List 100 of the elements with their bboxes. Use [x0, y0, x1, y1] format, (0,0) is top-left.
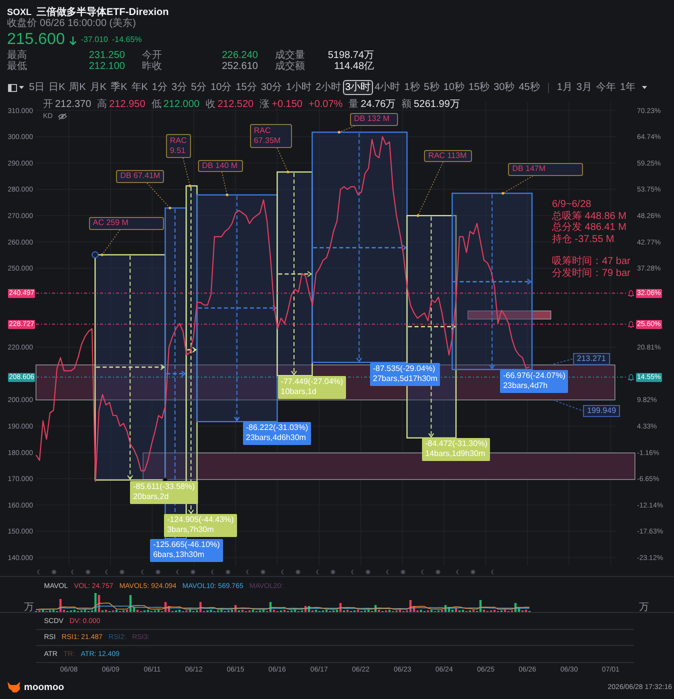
legend-label: 涨	[260, 99, 270, 111]
period-tab[interactable]: 5分	[189, 80, 209, 95]
range-tab[interactable]: 1年	[618, 80, 638, 95]
legend-value: 5261.99万	[414, 99, 460, 111]
measure-label: -77.449(-27.04%) 10bars,1d	[278, 376, 346, 399]
period-tab[interactable]: 5日	[27, 80, 47, 95]
leader-line	[182, 158, 192, 188]
period-tab[interactable]: 季K	[108, 80, 130, 95]
period-tab[interactable]: 年K	[129, 80, 150, 95]
close-time: 收盘价 06/26 16:00:00 (美东)	[7, 18, 137, 30]
period-tab[interactable]: 30分	[258, 80, 284, 95]
brand-name: moomoo	[24, 682, 64, 692]
caret-icon	[642, 86, 647, 89]
moon-icon	[246, 570, 250, 574]
stat-label: 最低	[7, 61, 27, 72]
logo-icon	[7, 681, 21, 693]
sun-icon	[119, 569, 125, 575]
period-tab[interactable]: 1分	[150, 80, 170, 95]
summary-text: 分发时间：79 bar	[552, 268, 630, 279]
period-tab[interactable]: 周K	[67, 80, 88, 95]
legend-value: +0.150	[272, 99, 302, 111]
annotation-tag: DB 140 M	[198, 160, 243, 172]
price-label: 199.949	[583, 405, 620, 417]
sun-icon	[365, 569, 371, 575]
moon-icon	[211, 570, 214, 574]
handle-icon[interactable]	[92, 251, 99, 258]
period-tab[interactable]: 30秒	[492, 80, 517, 95]
measure-label: -124.905(-44.43%) 3bars,7h30m	[164, 514, 237, 537]
range-tab[interactable]: 今年	[594, 80, 618, 95]
moon-icon	[316, 570, 320, 574]
panel-icon	[8, 84, 17, 92]
leader-line	[502, 176, 534, 195]
moon-icon	[456, 570, 460, 574]
stat-value: 212.100	[88, 61, 125, 72]
bell-icon[interactable]	[628, 374, 634, 381]
period-tab[interactable]: 2小时	[314, 80, 344, 95]
leader-line	[222, 172, 228, 196]
annotation-tag: AC 259 M	[88, 216, 164, 230]
summary-text: 6/9~6/28	[552, 199, 592, 210]
legend-label: 开	[43, 99, 53, 111]
stat-value: 5198.74万	[328, 50, 374, 61]
period-tab[interactable]: 45秒	[516, 80, 542, 95]
period-tab[interactable]: 15分	[234, 80, 259, 95]
leader-line	[550, 358, 574, 366]
range-tab[interactable]: 1月	[554, 80, 574, 95]
measure-label: -86.222(-31.03%) 23bars,4d6h30m	[242, 422, 312, 445]
measure-label: -84.472(-31.30%) 14bars,1d9h30m	[422, 438, 490, 461]
caret-icon	[19, 86, 24, 89]
period-tab[interactable]: 10分	[208, 80, 234, 95]
leader-line	[100, 229, 120, 256]
summary-text: 吸筹时间：47 bar	[552, 256, 630, 268]
range-tab[interactable]: 3月	[574, 80, 594, 95]
stat-value: 226.240	[222, 50, 258, 61]
stat-label: 昨收	[142, 61, 162, 72]
period-tab[interactable]: 日K	[46, 80, 68, 95]
period-tab[interactable]: 1秒	[402, 80, 422, 95]
stat-label: 最高	[7, 50, 27, 61]
eye-slash-icon[interactable]	[58, 113, 67, 120]
legend-value: 212.000	[163, 99, 200, 111]
stat-value: 114.48亿	[334, 61, 374, 72]
moon-icon	[386, 570, 390, 574]
summary-text: 总吸筹 448.86 M	[552, 210, 628, 222]
annotation-tag: DB 147M	[508, 162, 584, 176]
sun-icon	[470, 569, 476, 575]
period-tab[interactable]: 10秒	[441, 80, 466, 95]
moon-icon	[491, 570, 494, 574]
ticker-symbol: SOXL	[7, 6, 32, 18]
sun-icon	[400, 569, 406, 575]
leader-line	[552, 400, 584, 412]
period-tab[interactable]: 4小时	[372, 80, 402, 95]
legend-value: 212.950	[109, 99, 146, 111]
sun-icon	[155, 569, 161, 575]
legend-label: 高	[97, 99, 108, 111]
measure-label: -87.535(-29.04%) 27bars,5d17h30m	[370, 362, 440, 386]
legend-label: 量	[348, 99, 359, 111]
bell-icon[interactable]	[628, 290, 634, 297]
moon-icon	[71, 570, 74, 574]
sun-icon	[85, 569, 91, 575]
bell-icon[interactable]	[628, 320, 634, 328]
legend-label: 收	[205, 99, 216, 111]
sun-icon	[260, 569, 266, 575]
moon-icon	[351, 570, 354, 574]
leader-line	[146, 182, 172, 210]
period-tab[interactable]: 1小时	[284, 80, 314, 95]
moon-icon	[421, 570, 424, 574]
period-tab[interactable]: 月K	[88, 80, 109, 95]
period-tab[interactable]: 5秒	[422, 80, 442, 95]
sun-icon	[295, 569, 301, 575]
sun-icon	[225, 569, 231, 575]
leader-line	[338, 126, 356, 134]
moon-icon	[37, 570, 40, 574]
price-change: -37.010	[80, 35, 108, 45]
measure-label: -125.665(-46.10%) 6bars,13h30m	[150, 538, 223, 562]
period-tab[interactable]: 3小时	[343, 80, 373, 95]
period-tab[interactable]: 3分	[169, 80, 190, 95]
period-tab[interactable]: 15秒	[466, 80, 492, 95]
legend-value: 212.370	[55, 99, 92, 111]
moon-icon	[141, 570, 144, 574]
legend-value: 212.520	[217, 99, 254, 111]
sun-icon	[190, 569, 196, 575]
